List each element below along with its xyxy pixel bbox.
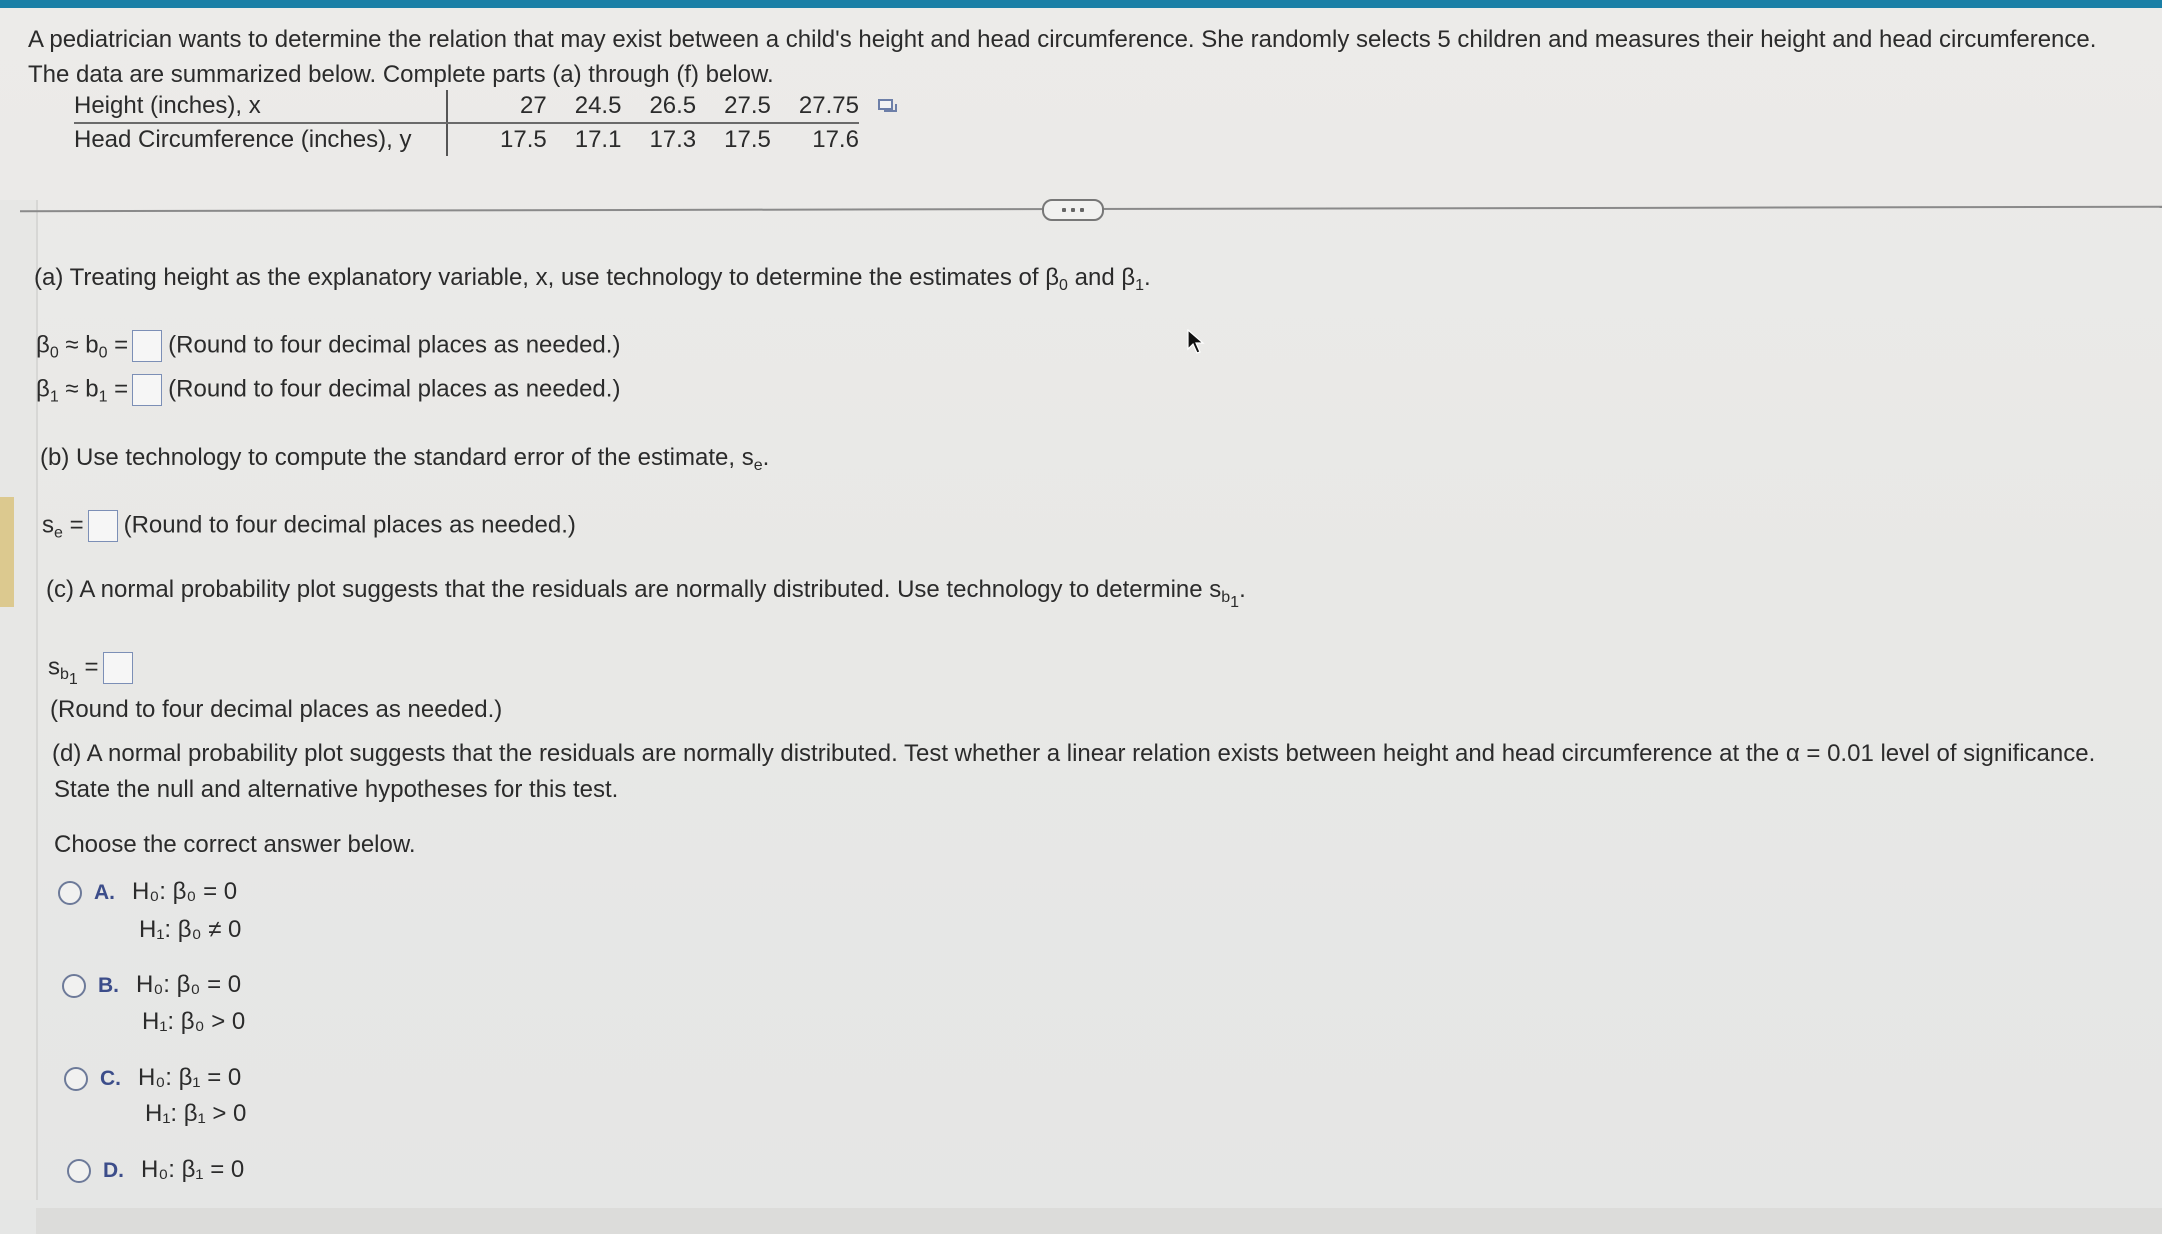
radio-button-d[interactable] [67,1158,91,1183]
table-row-head-circumference: Head Circumference (inches), y 17.5 17.1… [74,123,859,156]
radio-button-b[interactable] [62,973,86,998]
subscript: 1 [49,388,59,406]
x-value: 24.5 [546,90,622,124]
equals: = [62,511,84,539]
option-a[interactable]: A. H₀: β₀ = 0 [58,880,237,905]
subscript: 1 [1135,277,1145,294]
y-value: 17.5 [724,126,771,153]
b1-label: ≈ b [58,375,99,403]
top-bar [0,0,2162,8]
b0-label: ≈ b [58,331,99,359]
radio-button-a[interactable] [58,880,82,905]
b1-hint: (Round to four decimal places as needed.… [168,375,621,403]
option-letter: A. [94,881,115,904]
intro-line-2: The data are summarized below. Complete … [28,61,774,88]
subscript: 0 [49,344,59,362]
b1-label: β [36,375,50,403]
bottom-band [36,1208,2162,1234]
option-d[interactable]: D. H₀: β₁ = 0 [67,1158,244,1183]
y-value: 17.3 [649,126,697,153]
b0-answer-input[interactable] [132,330,163,362]
part-c-text: . [1239,576,1246,603]
b0-row: β0 ≈ b0 = (Round to four decimal places a… [36,330,620,362]
question-page [0,8,2162,1234]
part-b-text: . [762,444,770,471]
equals: = [107,331,129,359]
row-label-head-circumference: Head Circumference (inches), y [74,123,448,156]
dot-icon [1062,208,1066,212]
b0-hint: (Round to four decimal places as needed.… [168,331,621,359]
y-value: 17.6 [812,126,859,153]
subscript: e [753,457,763,474]
sb1-answer-input[interactable] [102,652,133,684]
null-hypothesis: H₀: β₀ = 0 [132,878,238,905]
part-c-text: (c) A normal probability plot suggests t… [46,576,1222,603]
se-answer-input[interactable] [87,510,118,542]
option-c[interactable]: C. H₀: β₁ = 0 [64,1066,241,1091]
row-label-height: Height (inches), x [74,90,448,124]
part-c-prompt: (c) A normal probability plot suggests t… [46,578,1246,611]
y-value: 17.1 [574,126,622,153]
part-a-text: . [1144,264,1151,291]
choose-instruction: Choose the correct answer below. [54,831,416,858]
part-a-prompt: (a) Treating height as the explanatory v… [34,266,1151,294]
part-a-text: (a) Treating height as the explanatory v… [34,264,1060,291]
se-label: s [42,511,54,539]
option-a-alt: H₁: β₀ ≠ 0 [139,916,242,943]
option-b[interactable]: B. H₀: β₀ = 0 [62,973,241,998]
sb1-label: s [48,653,60,681]
subscript: b [1221,589,1231,606]
copy-data-icon[interactable] [878,98,898,116]
dot-icon [1071,208,1075,212]
y-value: 17.5 [500,126,547,153]
null-hypothesis: H₀: β₁ = 0 [138,1064,242,1091]
subscript: 0 [1059,277,1068,294]
b1-row: β1 ≈ b1 = (Round to four decimal places a… [36,374,620,406]
subscript: b [60,666,69,684]
subscript: 1 [68,671,78,689]
part-d-prompt-line-1: (d) A normal probability plot suggests t… [52,740,2096,767]
left-highlight-strip [0,497,14,607]
part-d-prompt-line-2: State the null and alternative hypothese… [54,776,619,803]
x-value: 27.75 [770,90,859,124]
option-b-alt: H₁: β₀ > 0 [142,1008,246,1035]
sb1-row: sb1 = [48,652,139,688]
null-hypothesis: H₀: β₀ = 0 [136,971,242,998]
se-hint: (Round to four decimal places as needed.… [123,511,576,539]
equals: = [107,375,129,403]
subscript: e [54,524,63,542]
intro-line-1: A pediatrician wants to determine the re… [28,26,2097,53]
option-c-alt: H₁: β₁ > 0 [145,1100,247,1127]
left-frame [0,200,38,1200]
option-letter: B. [98,974,119,997]
mouse-pointer-icon [1187,329,1205,354]
data-table: Height (inches), x 27 24.5 26.5 27.5 27.… [74,90,859,156]
part-a-text: and β [1067,264,1136,291]
x-value: 27.5 [696,90,771,124]
se-row: se = (Round to four decimal places as nee… [42,510,576,542]
x-value: 27 [447,90,547,124]
sb1-hint: (Round to four decimal places as needed.… [50,696,503,723]
expand-more-button[interactable] [1042,199,1104,221]
part-b-text: (b) Use technology to compute the standa… [40,444,754,471]
table-row-height: Height (inches), x 27 24.5 26.5 27.5 27.… [74,90,859,124]
b0-label: β [36,331,50,359]
null-hypothesis: H₀: β₁ = 0 [141,1156,245,1183]
b1-answer-input[interactable] [132,374,163,406]
data-table-wrap: Height (inches), x 27 24.5 26.5 27.5 27.… [74,90,859,156]
equals: = [77,653,99,681]
subscript: 1 [1230,594,1240,611]
dot-icon [1080,208,1084,212]
x-value: 26.5 [621,90,697,124]
option-letter: C. [100,1067,121,1090]
radio-button-c[interactable] [64,1066,88,1091]
option-letter: D. [103,1159,124,1182]
part-b-prompt: (b) Use technology to compute the standa… [40,446,769,474]
